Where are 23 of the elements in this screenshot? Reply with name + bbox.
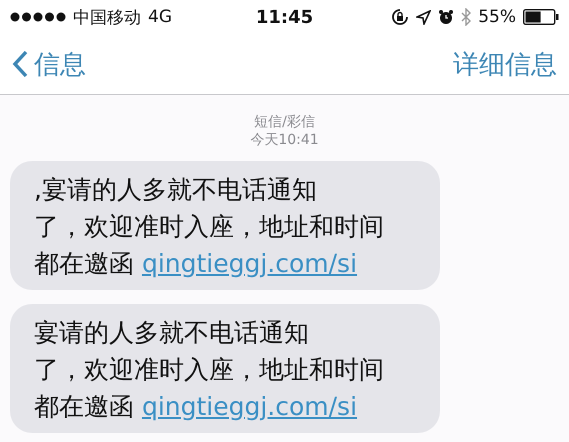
message-timestamp: 今天10:41: [249, 131, 320, 149]
clock: 11:45: [256, 6, 314, 28]
signal-icon: [10, 12, 66, 22]
message-link[interactable]: qingtieggj.com/si: [142, 249, 358, 278]
battery-percent: 55%: [478, 7, 516, 27]
message-text: ,宴请的人多就不电话通知: [34, 174, 317, 206]
message-type-label: 短信/彩信: [253, 113, 316, 131]
carrier-name: 中国移动: [73, 6, 141, 28]
rotation-lock-icon: [391, 8, 410, 26]
back-button[interactable]: 信息: [12, 46, 86, 82]
bluetooth-icon: [461, 8, 472, 26]
message-text: 都在邀函: [34, 249, 134, 278]
message-link[interactable]: qingtieggj.com/si: [142, 392, 358, 421]
alarm-icon: [438, 9, 454, 25]
location-icon: [416, 10, 432, 24]
details-link[interactable]: 详细信息: [453, 46, 557, 82]
message-text: 了，欢迎准时入座，地址和时间: [34, 354, 384, 386]
message-text: 都在邀函: [34, 392, 134, 421]
message-text: 宴请的人多就不电话通知: [34, 317, 309, 349]
battery-icon: [523, 9, 560, 25]
back-chevron-icon[interactable]: [12, 50, 28, 78]
network-type: 4G: [148, 7, 172, 27]
message-text: 了，欢迎准时入座，地址和时间: [34, 211, 384, 243]
